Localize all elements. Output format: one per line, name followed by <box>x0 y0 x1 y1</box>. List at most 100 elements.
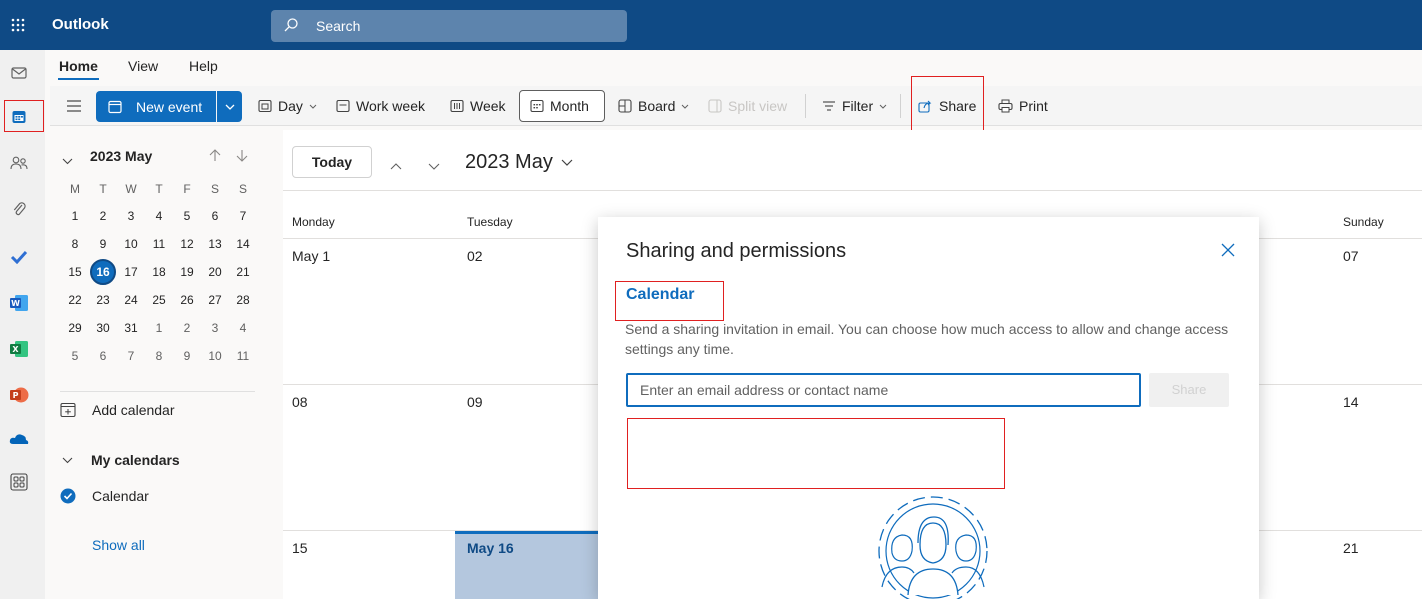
previous-month-icon[interactable] <box>390 157 402 173</box>
tab-help[interactable]: Help <box>189 58 218 74</box>
mini-calendar-day[interactable]: 31 <box>118 317 144 339</box>
print-button[interactable]: Print <box>998 96 1048 116</box>
email-input[interactable] <box>626 373 1141 407</box>
mini-calendar-day[interactable]: 30 <box>90 317 116 339</box>
arrow-down-icon[interactable] <box>236 149 248 165</box>
mini-calendar-day[interactable]: 6 <box>90 345 116 367</box>
tab-home[interactable]: Home <box>59 58 98 74</box>
weekday-label: T <box>155 182 163 196</box>
mini-calendar-day[interactable]: 25 <box>146 289 172 311</box>
show-all-link[interactable]: Show all <box>92 537 145 553</box>
mini-calendar-day[interactable]: 8 <box>146 345 172 367</box>
today-cell-label[interactable]: May 16 <box>467 540 514 556</box>
month-title-button[interactable]: 2023 May <box>465 151 573 174</box>
filter-button[interactable]: Filter <box>822 96 887 116</box>
mini-calendar-day[interactable]: 5 <box>62 345 88 367</box>
today-button[interactable]: Today <box>292 146 372 178</box>
calendar-list-item[interactable]: Calendar <box>60 488 149 504</box>
day-view-icon <box>258 99 272 113</box>
tab-view[interactable]: View <box>128 58 158 74</box>
day-cell-label[interactable]: May 1 <box>292 248 330 264</box>
mini-calendar-day[interactable]: 2 <box>90 205 116 227</box>
mini-calendar-week: 5 6 7 8 9 10 11 <box>62 345 262 367</box>
mini-calendar-day[interactable]: 9 <box>90 233 116 255</box>
add-calendar-button[interactable]: Add calendar <box>60 402 175 418</box>
mini-calendar-day[interactable]: 18 <box>146 261 172 283</box>
week-view-button[interactable]: Week <box>450 96 506 116</box>
app-launcher-icon[interactable] <box>10 17 26 33</box>
mini-calendar-day[interactable]: 10 <box>202 345 228 367</box>
collapse-pane-icon[interactable] <box>66 96 82 116</box>
mini-calendar-day[interactable]: 12 <box>174 233 200 255</box>
day-view-button[interactable]: Day <box>258 96 317 116</box>
mail-icon[interactable] <box>8 62 30 84</box>
mini-calendar-day[interactable]: 24 <box>118 289 144 311</box>
mini-calendar-day[interactable]: 2 <box>174 317 200 339</box>
mini-calendar-title[interactable]: 2023 May <box>90 148 152 164</box>
mini-calendar-day[interactable]: 9 <box>174 345 200 367</box>
mini-calendar-day[interactable]: 13 <box>202 233 228 255</box>
chevron-down-icon[interactable] <box>62 152 73 168</box>
next-month-icon[interactable] <box>428 158 440 174</box>
split-view-button[interactable]: Split view <box>708 96 787 116</box>
mini-calendar-day[interactable]: 17 <box>118 261 144 283</box>
powerpoint-icon[interactable]: P <box>8 384 30 406</box>
todo-icon[interactable] <box>8 246 30 268</box>
onedrive-icon[interactable] <box>8 428 30 450</box>
mini-calendar-day[interactable]: 19 <box>174 261 200 283</box>
mini-calendar-day[interactable]: 11 <box>230 345 256 367</box>
search-placeholder: Search <box>316 18 361 34</box>
attachment-icon[interactable] <box>8 198 30 220</box>
mini-calendar-day[interactable]: 14 <box>230 233 256 255</box>
ribbon-divider <box>900 94 901 118</box>
mini-calendar-day[interactable]: 21 <box>230 261 256 283</box>
mini-calendar-day[interactable]: 26 <box>174 289 200 311</box>
mini-calendar-day[interactable]: 10 <box>118 233 144 255</box>
mini-calendar-day[interactable]: 20 <box>202 261 228 283</box>
day-cell-label[interactable]: 15 <box>292 540 308 556</box>
day-cell-label[interactable]: 14 <box>1343 394 1359 410</box>
day-cell-label[interactable]: 07 <box>1343 248 1359 264</box>
mini-calendar-day[interactable]: 23 <box>90 289 116 311</box>
weekday-label: F <box>183 182 191 196</box>
search-input[interactable]: Search <box>271 10 627 42</box>
new-event-dropdown[interactable] <box>217 91 242 122</box>
word-icon[interactable]: W <box>8 292 30 314</box>
mini-calendar-today[interactable]: 16 <box>90 259 116 285</box>
people-icon[interactable] <box>8 152 30 174</box>
mini-calendar-week: 1 2 3 4 5 6 7 <box>62 205 262 227</box>
mini-calendar-day[interactable]: 15 <box>62 261 88 283</box>
close-icon[interactable] <box>1220 242 1236 258</box>
new-event-button[interactable]: New event <box>96 91 216 122</box>
mini-calendar-day[interactable]: 4 <box>146 205 172 227</box>
mini-calendar-day[interactable]: 3 <box>118 205 144 227</box>
day-cell-label[interactable]: 21 <box>1343 540 1359 556</box>
my-calendars-group[interactable]: My calendars <box>62 452 180 468</box>
day-cell-label[interactable]: 09 <box>467 394 483 410</box>
mini-calendar-week: 22 23 24 25 26 27 28 <box>62 289 262 311</box>
mini-calendar-day[interactable]: 8 <box>62 233 88 255</box>
dialog-share-button[interactable]: Share <box>1149 373 1229 407</box>
more-apps-icon[interactable] <box>8 471 30 493</box>
mini-calendar-day[interactable]: 4 <box>230 317 256 339</box>
mini-calendar-day[interactable]: 5 <box>174 205 200 227</box>
excel-icon[interactable]: X <box>8 338 30 360</box>
mini-calendar-day[interactable]: 7 <box>118 345 144 367</box>
mini-calendar-day[interactable]: 1 <box>62 205 88 227</box>
board-view-button[interactable]: Board <box>618 96 689 116</box>
work-week-view-button[interactable]: Work week <box>336 96 425 116</box>
mini-calendar-day[interactable]: 3 <box>202 317 228 339</box>
day-cell-label[interactable]: 02 <box>467 248 483 264</box>
mini-calendar-day[interactable]: 6 <box>202 205 228 227</box>
mini-calendar-day[interactable]: 29 <box>62 317 88 339</box>
app-title[interactable]: Outlook <box>52 16 109 33</box>
mini-calendar-day[interactable]: 28 <box>230 289 256 311</box>
chevron-down-icon <box>561 159 573 166</box>
mini-calendar-day[interactable]: 22 <box>62 289 88 311</box>
arrow-up-icon[interactable] <box>209 149 221 165</box>
day-cell-label[interactable]: 08 <box>292 394 308 410</box>
mini-calendar-day[interactable]: 11 <box>146 233 172 255</box>
mini-calendar-day[interactable]: 1 <box>146 317 172 339</box>
mini-calendar-day[interactable]: 27 <box>202 289 228 311</box>
mini-calendar-day[interactable]: 7 <box>230 205 256 227</box>
